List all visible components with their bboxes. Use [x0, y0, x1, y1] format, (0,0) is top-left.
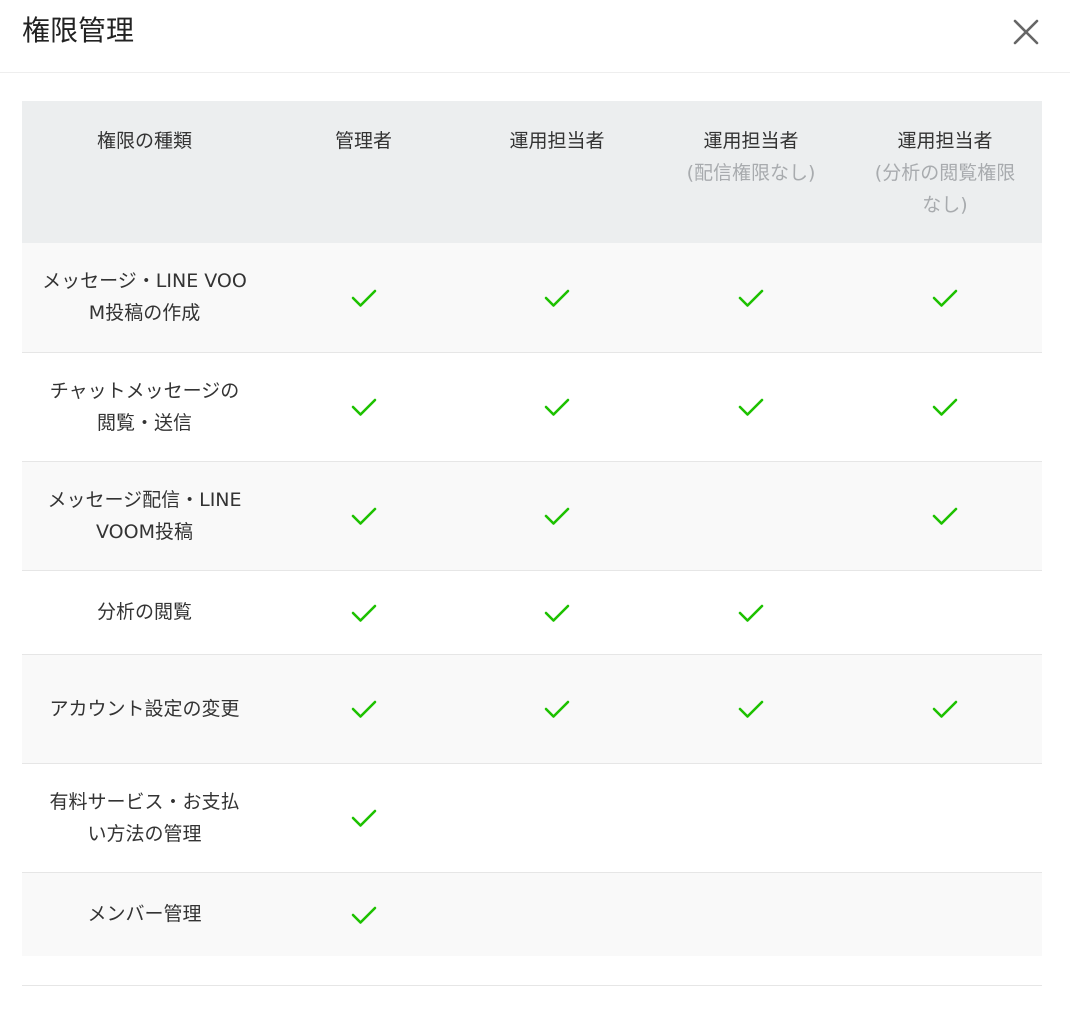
permission-type-cell: メッセージ・LINE VOOM投稿の作成 — [22, 243, 267, 353]
header-label: 運用担当者 — [897, 130, 993, 152]
permission-cell — [267, 654, 460, 764]
header-label: 運用担当者 — [703, 130, 799, 152]
permission-cell — [848, 763, 1042, 873]
check-icon — [738, 289, 764, 307]
permission-cell — [848, 654, 1042, 764]
check-icon — [351, 809, 376, 827]
modal-header: 権限管理 — [0, 0, 1070, 73]
permission-cell — [654, 461, 848, 571]
permission-cell — [848, 570, 1042, 655]
header-sublabel: (分析の閲覧権限なし) — [874, 162, 1016, 216]
permission-cell — [654, 763, 848, 873]
permission-type-label: メッセージ・LINE VOOM投稿の作成 — [42, 270, 247, 325]
permission-type-label: メッセージ配信・LINE VOOM投稿 — [47, 488, 242, 543]
close-icon — [1013, 19, 1039, 45]
table-body: メッセージ・LINE VOOM投稿の作成 チャットメッセージの閲覧・送信 メッセージ… — [22, 243, 1042, 956]
check-icon — [544, 507, 570, 525]
check-icon — [351, 906, 376, 924]
permission-cell — [267, 243, 460, 353]
check-icon — [738, 398, 764, 416]
permission-cell — [654, 570, 848, 655]
permission-cell — [460, 461, 654, 571]
permission-cell — [654, 654, 848, 764]
header-permission-type: 権限の種類 — [22, 101, 267, 243]
permission-type-cell: チャットメッセージの閲覧・送信 — [22, 352, 267, 462]
check-icon — [351, 700, 376, 718]
header-label-group: 運用担当者 (配信権限なし) — [687, 125, 816, 189]
table-row: 有料サービス・お支払い方法の管理 — [22, 763, 1042, 873]
check-icon — [932, 700, 958, 718]
permission-cell — [654, 243, 848, 353]
modal-title: 権限管理 — [22, 14, 135, 47]
header-label-group: 運用担当者 (分析の閲覧権限なし) — [870, 125, 1020, 221]
permission-type-cell: メッセージ配信・LINE VOOM投稿 — [22, 461, 267, 571]
check-icon — [932, 398, 958, 416]
permission-type-cell: 有料サービス・お支払い方法の管理 — [22, 763, 267, 873]
check-icon — [544, 398, 570, 416]
permission-type-label: チャットメッセージの閲覧・送信 — [49, 379, 240, 434]
permission-cell — [848, 352, 1042, 462]
permission-type-label: メンバー管理 — [87, 903, 202, 926]
permission-type-cell: 分析の閲覧 — [22, 570, 267, 655]
permission-type-label: 分析の閲覧 — [96, 601, 192, 623]
check-icon — [738, 700, 764, 718]
permission-cell — [267, 872, 460, 956]
permission-cell — [848, 872, 1042, 956]
permission-type-label: 有料サービス・お支払い方法の管理 — [49, 790, 240, 845]
permission-table: 権限の種類 管理者 運用担当者 運用担当者 (配信権限なし) 運用担当者 (分析… — [22, 101, 1042, 956]
permission-cell — [267, 570, 460, 655]
header-operator-no-broadcast: 運用担当者 (配信権限なし) — [654, 101, 848, 243]
table-header-row: 権限の種類 管理者 運用担当者 運用担当者 (配信権限なし) 運用担当者 (分析… — [22, 101, 1042, 243]
permission-cell — [460, 352, 654, 462]
table-row: メッセージ配信・LINE VOOM投稿 — [22, 461, 1042, 571]
permission-type-label: アカウント設定の変更 — [49, 697, 240, 720]
header-label: 権限の種類 — [96, 130, 192, 152]
permission-cell — [460, 763, 654, 873]
header-sublabel: (配信権限なし) — [686, 162, 816, 184]
permission-table-wrapper: 権限の種類 管理者 運用担当者 運用担当者 (配信権限なし) 運用担当者 (分析… — [22, 101, 1042, 956]
permission-cell — [460, 654, 654, 764]
table-row: アカウント設定の変更 — [22, 654, 1042, 764]
permission-cell — [654, 872, 848, 956]
close-button[interactable] — [1008, 14, 1044, 50]
table-row: メンバー管理 — [22, 872, 1042, 956]
permission-cell — [654, 352, 848, 462]
header-operator: 運用担当者 — [460, 101, 654, 243]
permission-modal: 権限管理 権限の種類 管理者 運用担当者 運用担当者 (配信権限なし) 運用担当… — [0, 0, 1070, 1011]
permission-cell — [267, 763, 460, 873]
check-icon — [351, 289, 376, 307]
permission-cell — [460, 243, 654, 353]
check-icon — [738, 604, 764, 622]
permission-cell — [460, 872, 654, 956]
permission-cell — [267, 352, 460, 462]
permission-cell — [848, 461, 1042, 571]
check-icon — [351, 507, 376, 525]
table-row: チャットメッセージの閲覧・送信 — [22, 352, 1042, 462]
check-icon — [544, 604, 570, 622]
permission-cell — [848, 243, 1042, 353]
permission-cell — [460, 570, 654, 655]
check-icon — [351, 604, 376, 622]
permission-type-cell: アカウント設定の変更 — [22, 654, 267, 764]
bottom-divider — [22, 985, 1042, 986]
check-icon — [932, 289, 958, 307]
table-row: 分析の閲覧 — [22, 570, 1042, 655]
header-operator-no-analytics: 運用担当者 (分析の閲覧権限なし) — [848, 101, 1042, 243]
table-row: メッセージ・LINE VOOM投稿の作成 — [22, 243, 1042, 353]
permission-cell — [267, 461, 460, 571]
check-icon — [544, 289, 570, 307]
check-icon — [351, 398, 376, 416]
permission-type-cell: メンバー管理 — [22, 872, 267, 956]
check-icon — [544, 700, 570, 718]
check-icon — [932, 507, 958, 525]
header-label: 管理者 — [334, 130, 392, 152]
header-admin: 管理者 — [267, 101, 460, 243]
header-label: 運用担当者 — [509, 130, 605, 152]
